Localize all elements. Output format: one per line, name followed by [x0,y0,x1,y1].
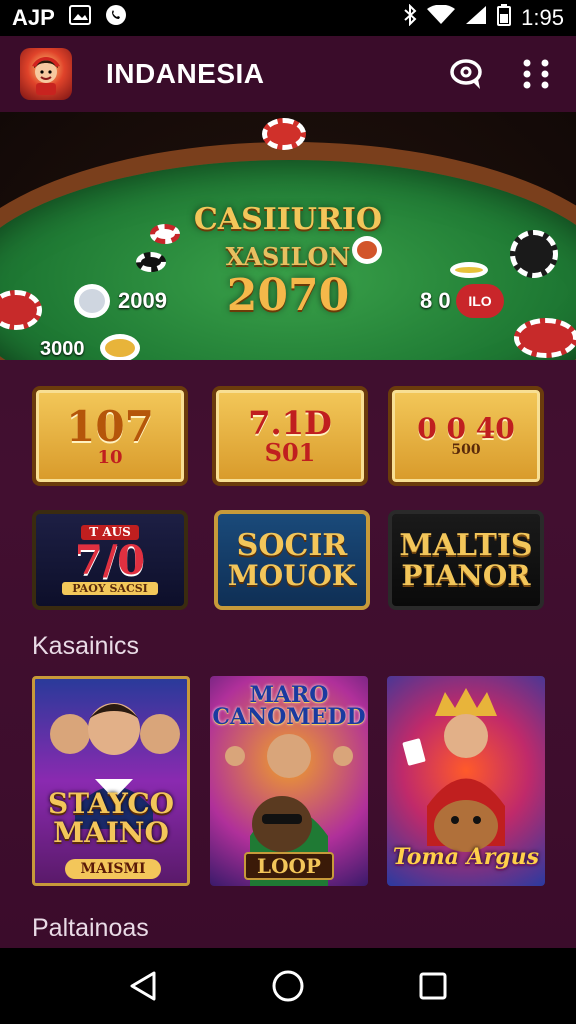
clock: 1:95 [521,5,564,30]
app-screen: INDANESIA CASIIURIO XASILON 2070 2009 8 … [0,36,576,948]
tile-title: 107 [66,401,154,451]
hero-banner[interactable]: CASIIURIO XASILON 2070 2009 8 0 ILO 3000 [0,112,576,360]
tile-subtitle: 500 [451,442,481,459]
tile-title: SOCIR [236,527,348,563]
signal-icon [465,5,487,31]
whatsapp-icon [105,4,127,32]
game-tile[interactable]: T AUS 7/0 PAOY SACSI [32,510,188,610]
recents-icon[interactable] [403,956,463,1016]
poster-badge: MAISMI [65,859,161,879]
app-logo[interactable] [20,48,72,100]
banner-left-value: 2009 [118,288,167,313]
game-tile[interactable]: MALTIS PIANOR [388,510,544,610]
banner-subtitle: XASILON [225,242,351,271]
banner-pill: ILO [456,284,504,318]
game-tile[interactable]: 7.1D S01 [212,386,368,486]
app-title: INDANESIA [106,58,265,89]
home-icon[interactable] [258,956,318,1016]
game-tile[interactable]: 107 10 [32,386,188,486]
poster-title: STAYCO MAINO [47,787,175,850]
back-icon[interactable] [113,956,173,1016]
carrier-label: AJP [12,5,55,30]
tile-subtitle: S01 [264,438,316,468]
bluetooth-icon [403,3,417,32]
section-title-kasainics: Kasainics [32,632,139,660]
chat-icon[interactable] [446,54,486,94]
tile-title: 0 0 40 [417,411,515,445]
tile-title: MALTIS [399,527,533,563]
banner-right-value: 8 0 [420,288,451,313]
banner-bottom-left-value: 3000 [40,338,85,360]
poster-art-men [50,703,180,829]
chip-graphic [262,118,306,150]
banner-title: CASIIURIO [193,202,383,237]
tile-subtitle: PIANOR [401,559,531,593]
poster-title: Toma Argus [392,844,540,870]
tile-subtitle: PAOY SACSI [62,581,158,596]
game-poster[interactable]: MARO CANOMEDD LOOP [210,676,368,886]
app-bar: INDANESIA [0,36,576,112]
section-title-paltainoas: Paltainoas [32,914,149,942]
game-tile[interactable]: SOCIR MOUOK [214,510,370,610]
poster-badge: LOOP [244,852,334,880]
image-icon [68,5,91,31]
chip-graphic [514,318,576,358]
chip-graphic [100,334,140,360]
game-poster[interactable]: Toma Argus [387,676,545,886]
system-nav-bar [0,948,576,1024]
battery-icon [497,4,512,32]
tile-subtitle: MOUOK [227,559,357,593]
status-bar: AJP 1:95 [0,0,576,36]
game-poster[interactable]: STAYCO MAINO MAISMI [32,676,190,886]
more-vert-icon[interactable] [516,54,556,94]
wifi-icon [427,4,456,31]
poster-title: MARO CANOMEDD [212,682,366,730]
game-tile[interactable]: 0 0 40 500 [388,386,544,486]
tile-title: 7.1D [248,403,332,442]
tile-title: 7/0 [74,536,146,584]
tile-subtitle: 10 [97,446,123,468]
